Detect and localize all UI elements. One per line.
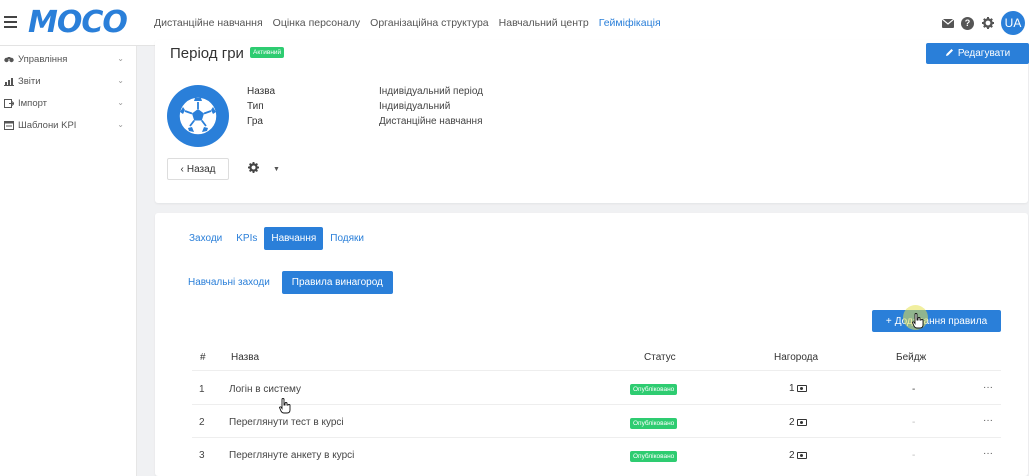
sidebar-item-management[interactable]: Управління ⌄ xyxy=(4,51,132,67)
row-actions-icon[interactable]: ··· xyxy=(983,382,993,393)
sidebar-item-import[interactable]: Імпорт ⌄ xyxy=(4,95,132,111)
chevron-down-icon: ⌄ xyxy=(117,54,124,63)
column-header-badge: Бейдж xyxy=(896,352,927,363)
row-number: 1 xyxy=(199,384,205,395)
column-header-reward: Нагорода xyxy=(774,352,819,363)
reward-value: 2 xyxy=(789,450,807,461)
pencil-icon xyxy=(945,48,954,60)
sidebar-item-label: Шаблони KPI xyxy=(18,119,77,131)
nav-learning-center[interactable]: Навчальний центр xyxy=(499,17,589,29)
period-info-card: Період гри Активний Редагувати Назва Інд… xyxy=(155,40,1029,203)
row-number: 3 xyxy=(199,450,205,461)
column-header-number: # xyxy=(200,352,206,363)
reward-value: 1 xyxy=(789,383,807,394)
rules-card: Заходи KPIs Навчання Подяки Навчальні за… xyxy=(155,213,1028,476)
status-badge: Опубліковано xyxy=(630,384,678,395)
logo[interactable]: MOCO xyxy=(28,6,128,40)
column-header-status: Статус xyxy=(644,352,676,363)
info-key-name: Назва xyxy=(247,86,276,97)
tab-activities[interactable]: Заходи xyxy=(182,227,229,250)
reward-amount: 1 xyxy=(789,383,795,394)
rule-name[interactable]: Переглянуте анкету в курсі xyxy=(229,450,354,461)
menu-icon[interactable] xyxy=(4,16,17,28)
caret-down-icon: ▼ xyxy=(273,165,280,173)
gear-icon[interactable] xyxy=(981,17,994,30)
info-value-type: Індивідуальний xyxy=(379,101,451,112)
reward-amount: 2 xyxy=(789,450,795,461)
help-icon[interactable]: ? xyxy=(961,16,974,30)
sub-tabs: Навчальні заходи Правила винагород xyxy=(182,271,393,294)
chevron-down-icon: ⌄ xyxy=(117,120,124,129)
subtab-reward-rules[interactable]: Правила винагород xyxy=(281,271,393,294)
chevron-down-icon: ⌄ xyxy=(117,76,124,85)
nav-staff-evaluation[interactable]: Оцінка персоналу xyxy=(273,17,360,29)
add-rule-label: Додавання правила xyxy=(894,315,988,327)
column-header-name: Назва xyxy=(231,352,260,363)
status-badge: Активний xyxy=(250,47,285,58)
money-icon xyxy=(796,452,807,459)
divider xyxy=(192,404,1001,405)
info-value-game: Дистанційне навчання xyxy=(379,116,483,127)
nav-distance-learning[interactable]: Дистанційне навчання xyxy=(154,17,263,29)
page-title: Період гри xyxy=(170,45,244,62)
badge-value: - xyxy=(912,384,916,395)
template-icon xyxy=(4,120,14,130)
hand-cursor-icon xyxy=(279,398,291,414)
top-nav: Дистанційне навчання Оцінка персоналу Ор… xyxy=(154,17,671,29)
back-button[interactable]: ‹ Назад xyxy=(167,158,229,180)
import-icon xyxy=(4,98,14,108)
subtab-learning-activities[interactable]: Навчальні заходи xyxy=(182,271,276,294)
nav-gamification[interactable]: Гейміфікація xyxy=(599,17,661,29)
sidebar-item-label: Звіти xyxy=(18,75,41,87)
info-key-type: Тип xyxy=(247,101,264,112)
binoculars-icon xyxy=(4,55,14,64)
rule-name[interactable]: Логін в систему xyxy=(229,384,301,395)
game-logo xyxy=(167,85,229,147)
tab-thanks[interactable]: Подяки xyxy=(323,227,371,250)
badge-value: - xyxy=(912,450,916,461)
reward-amount: 2 xyxy=(789,417,795,428)
chevron-left-icon: ‹ xyxy=(180,163,184,175)
gear-icon xyxy=(248,162,259,176)
bar-chart-icon xyxy=(4,77,14,86)
money-icon xyxy=(796,385,807,392)
status-badge: Опубліковано xyxy=(630,451,678,462)
info-key-game: Гра xyxy=(247,116,263,127)
divider xyxy=(192,437,1001,438)
back-button-label: Назад xyxy=(186,163,216,175)
rule-name[interactable]: Переглянути тест в курсі xyxy=(229,417,344,428)
reward-value: 2 xyxy=(789,417,807,428)
money-icon xyxy=(796,419,807,426)
info-value-name: Індивідуальний період xyxy=(379,86,483,97)
settings-dropdown[interactable]: ▼ xyxy=(241,158,295,180)
tab-learning[interactable]: Навчання xyxy=(264,227,324,250)
plus-icon: + xyxy=(885,315,892,327)
sidebar-item-label: Управління xyxy=(18,53,68,65)
edit-button-label: Редагувати xyxy=(957,48,1011,59)
badge-value: - xyxy=(912,417,916,428)
sidebar-item-reports[interactable]: Звіти ⌄ xyxy=(4,73,132,89)
main-tabs: Заходи KPIs Навчання Подяки xyxy=(182,227,371,250)
status-badge: Опубліковано xyxy=(630,418,678,429)
mail-icon[interactable] xyxy=(941,17,954,30)
sidebar-item-label: Імпорт xyxy=(18,97,48,109)
soccer-ball-icon xyxy=(178,96,218,136)
add-rule-button[interactable]: + Додавання правила xyxy=(872,310,1001,332)
chevron-down-icon: ⌄ xyxy=(117,98,124,107)
edit-button[interactable]: Редагувати xyxy=(926,43,1029,64)
sidebar-item-kpi-templates[interactable]: Шаблони KPI ⌄ xyxy=(4,117,132,133)
avatar[interactable]: UA xyxy=(1001,11,1025,35)
row-actions-icon[interactable]: ··· xyxy=(983,415,993,426)
divider xyxy=(192,370,1001,371)
sidebar: Управління ⌄ Звіти ⌄ Імпорт ⌄ Шаблони KP… xyxy=(0,46,137,476)
top-icons: ? UA xyxy=(941,11,1025,35)
row-number: 2 xyxy=(199,417,205,428)
nav-org-structure[interactable]: Організаційна структура xyxy=(370,17,488,29)
row-actions-icon[interactable]: ··· xyxy=(983,448,993,459)
tab-kpis[interactable]: KPIs xyxy=(229,227,264,250)
